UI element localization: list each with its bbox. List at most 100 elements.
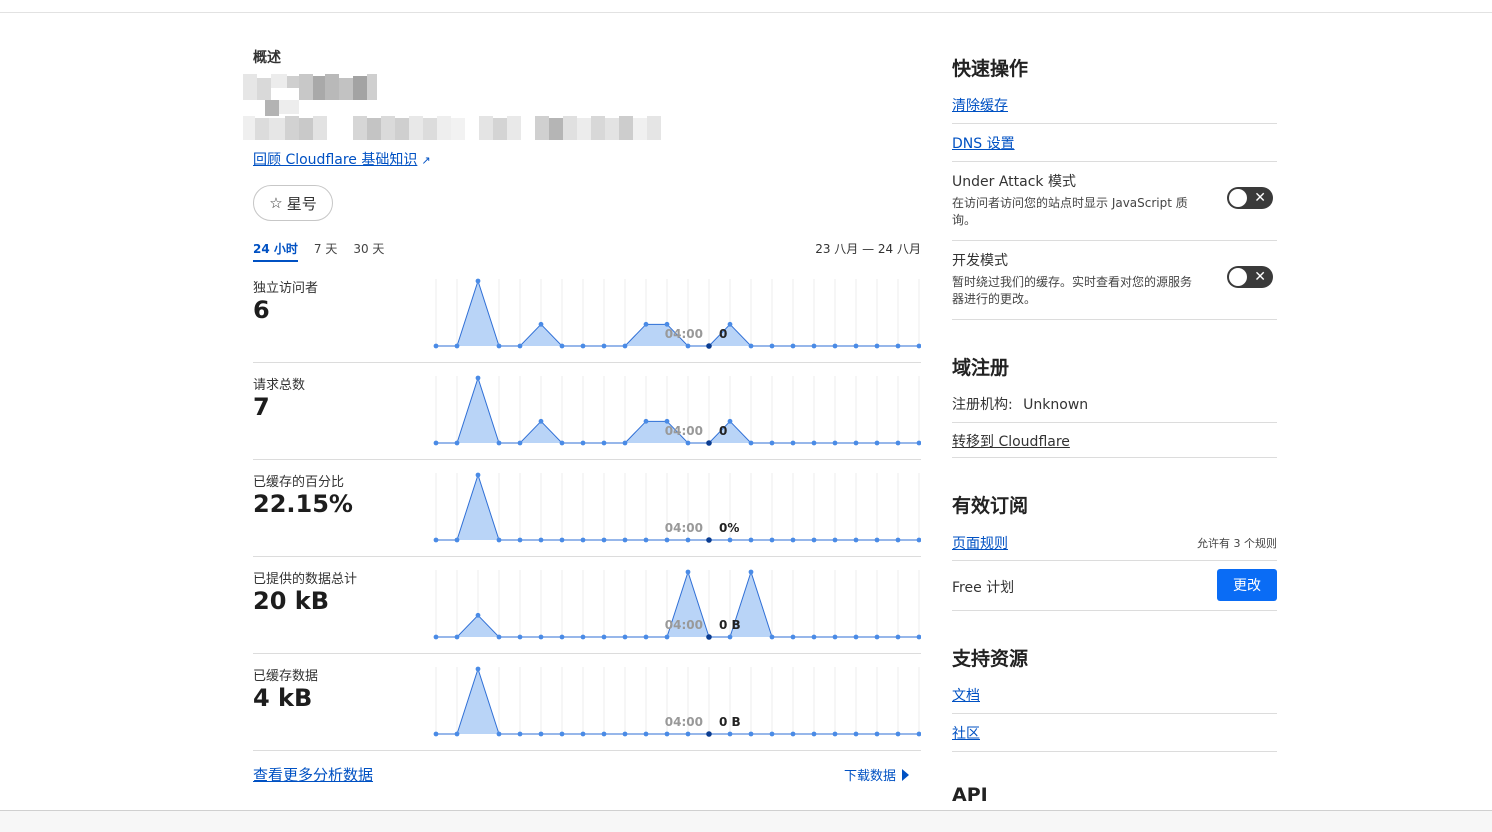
data-point[interactable] xyxy=(706,343,712,349)
data-point[interactable] xyxy=(748,537,754,543)
data-point[interactable] xyxy=(580,634,586,640)
data-point[interactable] xyxy=(706,634,712,640)
data-point[interactable] xyxy=(748,343,754,349)
data-point[interactable] xyxy=(916,537,921,543)
data-point[interactable] xyxy=(643,321,649,327)
data-point[interactable] xyxy=(559,731,565,737)
data-point[interactable] xyxy=(916,343,921,349)
data-point[interactable] xyxy=(853,731,859,737)
data-point[interactable] xyxy=(790,731,796,737)
data-point[interactable] xyxy=(454,537,460,543)
data-point[interactable] xyxy=(517,537,523,543)
data-point[interactable] xyxy=(790,634,796,640)
data-point[interactable] xyxy=(706,731,712,737)
data-point[interactable] xyxy=(874,731,880,737)
data-point[interactable] xyxy=(769,343,775,349)
data-point[interactable] xyxy=(832,537,838,543)
data-point[interactable] xyxy=(580,537,586,543)
data-point[interactable] xyxy=(832,440,838,446)
data-point[interactable] xyxy=(622,731,628,737)
data-point[interactable] xyxy=(769,537,775,543)
data-point[interactable] xyxy=(454,343,460,349)
data-point[interactable] xyxy=(622,537,628,543)
data-point[interactable] xyxy=(706,440,712,446)
data-point[interactable] xyxy=(496,731,502,737)
data-point[interactable] xyxy=(832,634,838,640)
data-point[interactable] xyxy=(853,537,859,543)
data-point[interactable] xyxy=(727,537,733,543)
data-point[interactable] xyxy=(538,634,544,640)
dev-mode-toggle[interactable]: ✕ xyxy=(1227,266,1273,288)
data-point[interactable] xyxy=(643,731,649,737)
data-point[interactable] xyxy=(643,634,649,640)
chart-cached-data[interactable]: 04:00 0 B xyxy=(433,653,921,750)
data-point[interactable] xyxy=(874,537,880,543)
data-point[interactable] xyxy=(895,537,901,543)
data-point[interactable] xyxy=(853,634,859,640)
data-point[interactable] xyxy=(475,472,481,478)
data-point[interactable] xyxy=(601,343,607,349)
more-analytics-link[interactable]: 查看更多分析数据 xyxy=(253,764,373,785)
data-point[interactable] xyxy=(538,321,544,327)
data-point[interactable] xyxy=(433,440,439,446)
data-point[interactable] xyxy=(748,569,754,575)
data-point[interactable] xyxy=(454,440,460,446)
data-point[interactable] xyxy=(622,440,628,446)
data-point[interactable] xyxy=(874,440,880,446)
change-plan-button[interactable]: 更改 xyxy=(1217,569,1277,601)
data-point[interactable] xyxy=(727,321,733,327)
purge-cache-link[interactable]: 清除缓存 xyxy=(952,95,1008,115)
data-point[interactable] xyxy=(664,537,670,543)
data-point[interactable] xyxy=(727,418,733,424)
transfer-link[interactable]: 转移到 Cloudflare xyxy=(952,431,1070,451)
data-point[interactable] xyxy=(580,343,586,349)
chart-total-requests[interactable]: 04:00 0 xyxy=(433,362,921,459)
data-point[interactable] xyxy=(496,634,502,640)
data-point[interactable] xyxy=(685,569,691,575)
data-point[interactable] xyxy=(790,537,796,543)
data-point[interactable] xyxy=(811,343,817,349)
data-point[interactable] xyxy=(811,634,817,640)
data-point[interactable] xyxy=(496,343,502,349)
data-point[interactable] xyxy=(622,634,628,640)
data-point[interactable] xyxy=(433,731,439,737)
data-point[interactable] xyxy=(475,666,481,672)
data-point[interactable] xyxy=(433,343,439,349)
download-data-link[interactable]: 下载数据 xyxy=(844,765,909,784)
data-point[interactable] xyxy=(916,440,921,446)
data-point[interactable] xyxy=(433,537,439,543)
docs-link[interactable]: 文档 xyxy=(952,685,980,705)
page-rules-link[interactable]: 页面规则 xyxy=(952,533,1008,553)
data-point[interactable] xyxy=(916,634,921,640)
data-point[interactable] xyxy=(790,343,796,349)
data-point[interactable] xyxy=(475,278,481,284)
data-point[interactable] xyxy=(664,731,670,737)
data-point[interactable] xyxy=(538,731,544,737)
data-point[interactable] xyxy=(874,634,880,640)
chart-total-data-served[interactable]: 04:00 0 B xyxy=(433,556,921,653)
data-point[interactable] xyxy=(916,731,921,737)
data-point[interactable] xyxy=(538,418,544,424)
data-point[interactable] xyxy=(895,634,901,640)
tab-7d[interactable]: 7 天 xyxy=(314,240,337,262)
data-point[interactable] xyxy=(622,343,628,349)
data-point[interactable] xyxy=(580,440,586,446)
data-point[interactable] xyxy=(853,343,859,349)
data-point[interactable] xyxy=(748,440,754,446)
data-point[interactable] xyxy=(601,731,607,737)
data-point[interactable] xyxy=(517,343,523,349)
data-point[interactable] xyxy=(769,731,775,737)
data-point[interactable] xyxy=(769,634,775,640)
community-link[interactable]: 社区 xyxy=(952,723,980,743)
data-point[interactable] xyxy=(601,537,607,543)
data-point[interactable] xyxy=(769,440,775,446)
data-point[interactable] xyxy=(811,440,817,446)
data-point[interactable] xyxy=(748,731,754,737)
data-point[interactable] xyxy=(811,731,817,737)
data-point[interactable] xyxy=(685,731,691,737)
data-point[interactable] xyxy=(559,537,565,543)
data-point[interactable] xyxy=(811,537,817,543)
tab-24h[interactable]: 24 小时 xyxy=(253,240,298,262)
data-point[interactable] xyxy=(895,731,901,737)
data-point[interactable] xyxy=(475,375,481,381)
